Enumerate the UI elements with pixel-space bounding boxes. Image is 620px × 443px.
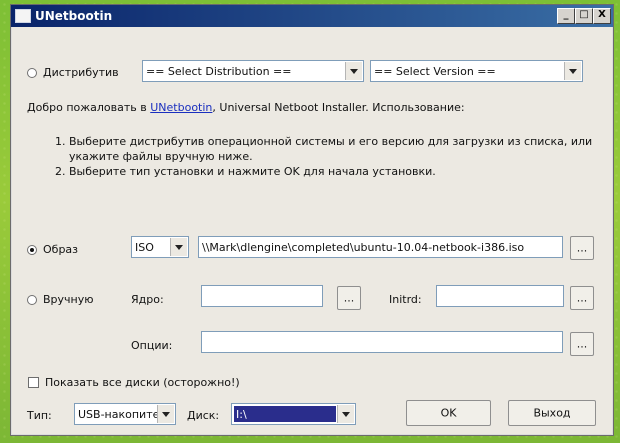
type-select[interactable]: USB-накопите <box>74 403 176 425</box>
maximize-button[interactable]: □ <box>575 8 593 24</box>
step-number: 1. <box>55 135 66 148</box>
version-select-value: == Select Version == <box>374 65 496 78</box>
step-number: 2. <box>55 165 66 178</box>
instruction-step-1: 1. Выберите дистрибутив операционной сис… <box>55 134 603 164</box>
chevron-down-icon <box>337 405 354 423</box>
kernel-input[interactable] <box>201 285 323 307</box>
chevron-down-icon <box>564 62 581 80</box>
browse-options-button[interactable]: ... <box>570 332 594 356</box>
iso-path-input[interactable]: \\Mark\dlengine\completed\ubuntu-10.04-n… <box>198 236 563 258</box>
initrd-label: Initrd: <box>389 293 422 306</box>
exit-button[interactable]: Выход <box>508 400 596 426</box>
intro-text: Добро пожаловать в UNetbootin, Universal… <box>27 101 465 114</box>
close-button[interactable]: X <box>593 8 611 24</box>
browse-kernel-button[interactable]: ... <box>337 286 361 310</box>
image-type-value: ISO <box>135 241 154 254</box>
kernel-label: Ядро: <box>131 293 164 306</box>
initrd-input[interactable] <box>436 285 564 307</box>
distribution-select[interactable]: == Select Distribution == <box>142 60 364 82</box>
image-label: Образ <box>43 243 79 256</box>
disk-select[interactable]: I:\ <box>231 403 356 425</box>
show-all-drives-checkbox[interactable] <box>28 377 39 388</box>
title-bar[interactable]: UNetbootin _ □ X <box>11 5 613 27</box>
type-select-value: USB-накопите <box>78 408 157 421</box>
step-text: Выберите тип установки и нажмите OK для … <box>69 165 436 178</box>
show-all-drives-label: Показать все диски (осторожно!) <box>45 376 240 389</box>
disk-select-value: I:\ <box>234 406 336 422</box>
options-input[interactable] <box>201 331 563 353</box>
image-radio[interactable] <box>27 245 37 255</box>
browse-initrd-button[interactable]: ... <box>570 286 594 310</box>
app-icon <box>15 9 31 23</box>
instruction-step-2: 2. Выберите тип установки и нажмите OK д… <box>55 164 603 179</box>
manual-label: Вручную <box>43 293 94 306</box>
step-text: Выберите дистрибутив операционной систем… <box>69 135 593 163</box>
window-title: UNetbootin <box>35 9 113 23</box>
distribution-select-value: == Select Distribution == <box>146 65 292 78</box>
chevron-down-icon <box>157 405 174 423</box>
type-label: Тип: <box>27 409 52 422</box>
iso-path-value: \\Mark\dlengine\completed\ubuntu-10.04-n… <box>202 241 525 254</box>
disk-label: Диск: <box>187 409 220 422</box>
intro-text-after: , Universal Netboot Installer. Использов… <box>212 101 465 114</box>
unetbootin-link[interactable]: UNetbootin <box>150 101 212 114</box>
intro-text-before: Добро пожаловать в <box>27 101 151 114</box>
options-label: Опции: <box>131 339 173 352</box>
distribution-label: Дистрибутив <box>43 66 119 79</box>
chevron-down-icon <box>170 238 187 256</box>
image-type-select[interactable]: ISO <box>131 236 189 258</box>
manual-radio[interactable] <box>27 295 37 305</box>
unetbootin-window: UNetbootin _ □ X Дистрибутив == Select D… <box>10 4 614 436</box>
ok-button[interactable]: OK <box>406 400 491 426</box>
version-select[interactable]: == Select Version == <box>370 60 583 82</box>
minimize-button[interactable]: _ <box>557 8 575 24</box>
distribution-radio[interactable] <box>27 68 37 78</box>
browse-iso-button[interactable]: ... <box>570 236 594 260</box>
chevron-down-icon <box>345 62 362 80</box>
